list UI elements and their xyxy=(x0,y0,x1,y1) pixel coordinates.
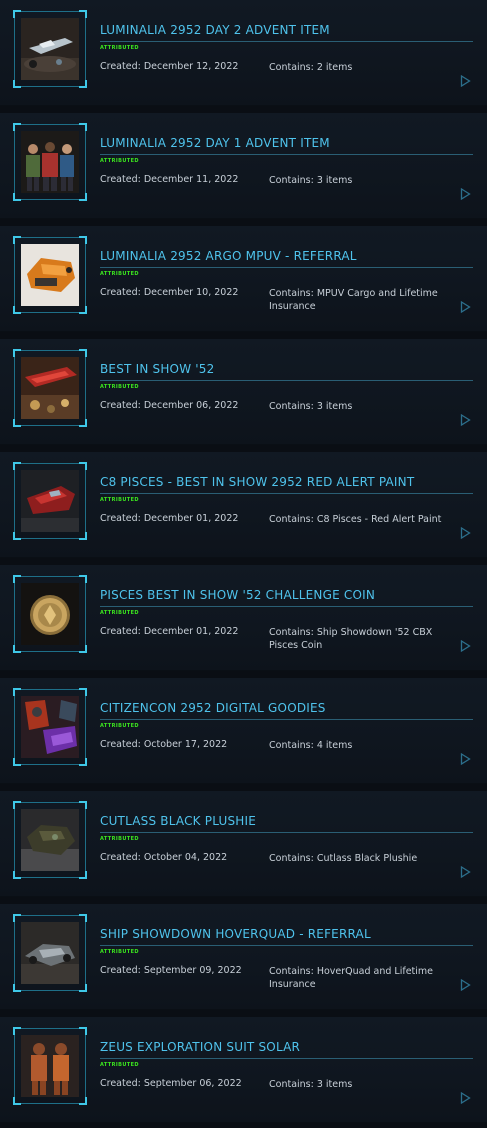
play-arrow-icon[interactable] xyxy=(460,753,471,765)
play-arrow-icon[interactable] xyxy=(460,75,471,87)
created-date: Created: October 04, 2022 xyxy=(100,852,228,863)
pledge-list: LUMINALIA 2952 DAY 2 ADVENT ITEM ATTRIBU… xyxy=(0,0,487,1128)
thumbnail-frame xyxy=(13,462,87,540)
thumbnail-frame xyxy=(13,10,87,88)
thumbnail-orange-suits xyxy=(21,1035,79,1097)
play-arrow-icon[interactable] xyxy=(460,1092,471,1104)
pledge-title[interactable]: BEST IN SHOW '52 xyxy=(100,362,214,376)
thumbnail-orange-mpuv xyxy=(21,244,79,306)
contains-text: Contains: C8 Pisces - Red Alert Paint xyxy=(269,514,442,525)
attributed-badge: ATTRIBUTED xyxy=(100,610,139,616)
play-arrow-icon[interactable] xyxy=(460,640,471,652)
attributed-badge: ATTRIBUTED xyxy=(100,384,139,390)
pledge-row[interactable]: LUMINALIA 2952 ARGO MPUV - REFERRAL ATTR… xyxy=(0,226,487,332)
thumbnail-red-ship-coins xyxy=(21,357,79,419)
thumbnail-armor-purple xyxy=(21,696,79,758)
thumbnail-frame xyxy=(13,914,87,992)
pledge-title[interactable]: SHIP SHOWDOWN HOVERQUAD - REFERRAL xyxy=(100,927,371,941)
title-divider xyxy=(100,945,473,946)
pledge-title[interactable]: CITIZENCON 2952 DIGITAL GOODIES xyxy=(100,701,326,715)
thumbnail-red-pisces xyxy=(21,470,79,532)
attributed-badge: ATTRIBUTED xyxy=(100,271,139,277)
contains-text: Contains: 3 items xyxy=(269,1079,353,1090)
pledge-row[interactable]: CITIZENCON 2952 DIGITAL GOODIES ATTRIBUT… xyxy=(0,678,487,784)
created-date: Created: December 01, 2022 xyxy=(100,626,239,637)
thumbnail-ship-on-platform xyxy=(21,18,79,80)
thumbnail-gold-coin xyxy=(21,583,79,645)
created-date: Created: October 17, 2022 xyxy=(100,739,228,750)
play-arrow-icon[interactable] xyxy=(460,979,471,991)
thumbnail-frame xyxy=(13,1027,87,1105)
pledge-row[interactable]: C8 PISCES - BEST IN SHOW 2952 RED ALERT … xyxy=(0,452,487,558)
contains-text: Contains: 3 items xyxy=(269,401,353,412)
attributed-badge: ATTRIBUTED xyxy=(100,158,139,164)
play-arrow-icon[interactable] xyxy=(460,188,471,200)
pledge-title[interactable]: CUTLASS BLACK PLUSHIE xyxy=(100,814,256,828)
title-divider xyxy=(100,832,473,833)
title-divider xyxy=(100,41,473,42)
attributed-badge: ATTRIBUTED xyxy=(100,949,139,955)
contains-text: Contains: Ship Showdown '52 CBX Pisces C… xyxy=(269,627,433,651)
title-divider xyxy=(100,1058,473,1059)
created-date: Created: December 12, 2022 xyxy=(100,61,239,72)
title-divider xyxy=(100,493,473,494)
title-divider xyxy=(100,380,473,381)
pledge-title[interactable]: PISCES BEST IN SHOW '52 CHALLENGE COIN xyxy=(100,588,375,602)
pledge-row[interactable]: CUTLASS BLACK PLUSHIE ATTRIBUTED Created… xyxy=(0,791,487,897)
thumbnail-hoverquad xyxy=(21,922,79,984)
play-arrow-icon[interactable] xyxy=(460,866,471,878)
title-divider xyxy=(100,154,473,155)
created-date: Created: December 06, 2022 xyxy=(100,400,239,411)
attributed-badge: ATTRIBUTED xyxy=(100,723,139,729)
pledge-title[interactable]: LUMINALIA 2952 DAY 2 ADVENT ITEM xyxy=(100,23,330,37)
pledge-row[interactable]: ZEUS EXPLORATION SUIT SOLAR ATTRIBUTED C… xyxy=(0,1017,487,1123)
pledge-row[interactable]: SHIP SHOWDOWN HOVERQUAD - REFERRAL ATTRI… xyxy=(0,904,487,1010)
pledge-title[interactable]: LUMINALIA 2952 DAY 1 ADVENT ITEM xyxy=(100,136,330,150)
created-date: Created: December 10, 2022 xyxy=(100,287,239,298)
thumbnail-plushie xyxy=(21,809,79,871)
thumbnail-frame xyxy=(13,575,87,653)
contains-text: Contains: 4 items xyxy=(269,740,353,751)
created-date: Created: September 06, 2022 xyxy=(100,1078,242,1089)
thumbnail-three-sweaters xyxy=(21,131,79,193)
title-divider xyxy=(100,719,473,720)
thumbnail-frame xyxy=(13,688,87,766)
thumbnail-frame xyxy=(13,236,87,314)
attributed-badge: ATTRIBUTED xyxy=(100,836,139,842)
pledge-title[interactable]: C8 PISCES - BEST IN SHOW 2952 RED ALERT … xyxy=(100,475,414,489)
contains-text: Contains: HoverQuad and Lifetime Insuran… xyxy=(269,966,434,990)
pledge-title[interactable]: LUMINALIA 2952 ARGO MPUV - REFERRAL xyxy=(100,249,357,263)
pledge-title[interactable]: ZEUS EXPLORATION SUIT SOLAR xyxy=(100,1040,300,1054)
pledge-row[interactable]: PISCES BEST IN SHOW '52 CHALLENGE COIN A… xyxy=(0,565,487,671)
attributed-badge: ATTRIBUTED xyxy=(100,497,139,503)
created-date: Created: December 11, 2022 xyxy=(100,174,239,185)
attributed-badge: ATTRIBUTED xyxy=(100,45,139,51)
play-arrow-icon[interactable] xyxy=(460,527,471,539)
created-date: Created: December 01, 2022 xyxy=(100,513,239,524)
contains-text: Contains: 2 items xyxy=(269,62,353,73)
play-arrow-icon[interactable] xyxy=(460,301,471,313)
title-divider xyxy=(100,606,473,607)
pledge-row[interactable]: LUMINALIA 2952 DAY 2 ADVENT ITEM ATTRIBU… xyxy=(0,0,487,106)
attributed-badge: ATTRIBUTED xyxy=(100,1062,139,1068)
play-arrow-icon[interactable] xyxy=(460,414,471,426)
thumbnail-frame xyxy=(13,123,87,201)
pledge-row[interactable]: BEST IN SHOW '52 ATTRIBUTED Created: Dec… xyxy=(0,339,487,445)
contains-text: Contains: 3 items xyxy=(269,175,353,186)
contains-text: Contains: MPUV Cargo and Lifetime Insura… xyxy=(269,288,438,312)
thumbnail-frame xyxy=(13,801,87,879)
contains-text: Contains: Cutlass Black Plushie xyxy=(269,853,418,864)
title-divider xyxy=(100,267,473,268)
pledge-row[interactable]: LUMINALIA 2952 DAY 1 ADVENT ITEM ATTRIBU… xyxy=(0,113,487,219)
created-date: Created: September 09, 2022 xyxy=(100,965,242,976)
thumbnail-frame xyxy=(13,349,87,427)
